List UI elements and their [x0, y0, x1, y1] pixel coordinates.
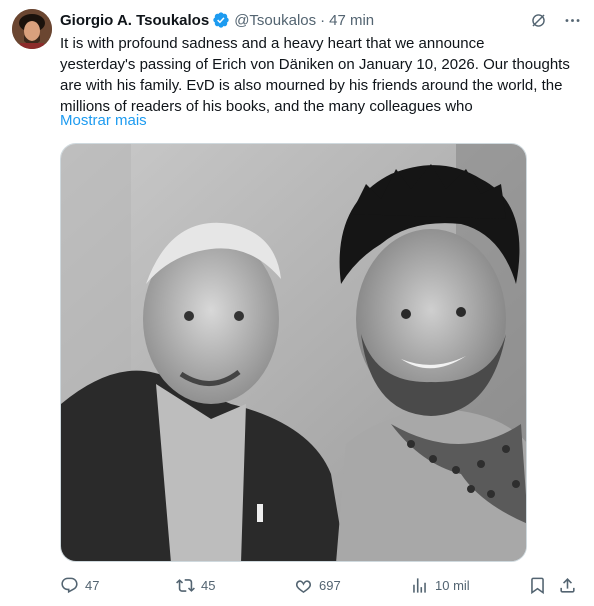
tweet-photo[interactable]	[60, 143, 527, 562]
avatar[interactable]	[12, 9, 52, 49]
tweet-text-line: yesterday's passing of Erich von Däniken…	[60, 56, 570, 73]
heart-icon	[295, 579, 312, 593]
bookmark-icon	[531, 577, 544, 594]
reply-icon	[61, 577, 78, 593]
share-icon	[560, 577, 575, 593]
separator-dot: ·	[320, 11, 326, 29]
avatar-image	[12, 9, 52, 49]
tweet[interactable]: Giorgio A. Tsoukalos @Tsoukalos · 47 min	[0, 0, 594, 606]
photo-image	[61, 144, 526, 561]
author-handle[interactable]: @Tsoukalos	[234, 12, 316, 29]
grok-icon[interactable]	[528, 10, 548, 30]
views-icon	[413, 577, 426, 593]
repost-button[interactable]: 45	[176, 573, 215, 597]
reply-button[interactable]: 47	[60, 573, 99, 597]
verified-badge-icon	[212, 11, 230, 29]
author-name[interactable]: Giorgio A. Tsoukalos	[60, 12, 209, 29]
repost-count: 45	[201, 577, 216, 593]
like-count: 697	[319, 577, 341, 593]
tweet-header: Giorgio A. Tsoukalos @Tsoukalos · 47 min	[60, 9, 582, 31]
action-bar: 47 45 697 10 mil	[60, 573, 580, 597]
more-icon[interactable]	[562, 10, 582, 30]
bookmark-button[interactable]	[528, 573, 547, 597]
tweet-text-line: It is with profound sadness and a heavy …	[60, 35, 485, 52]
tweet-text-line: are with his family. EvD is also mourned…	[60, 77, 563, 94]
reply-count: 47	[85, 577, 100, 593]
share-button[interactable]	[558, 573, 577, 597]
like-button[interactable]: 697	[294, 573, 341, 597]
tweet-text: It is with profound sadness and a heavy …	[60, 33, 580, 117]
views-button[interactable]: 10 mil	[410, 573, 470, 597]
timestamp[interactable]: 47 min	[329, 12, 374, 29]
views-count: 10 mil	[435, 577, 470, 593]
repost-icon	[176, 578, 195, 592]
show-more-link[interactable]: Mostrar mais	[60, 110, 147, 131]
